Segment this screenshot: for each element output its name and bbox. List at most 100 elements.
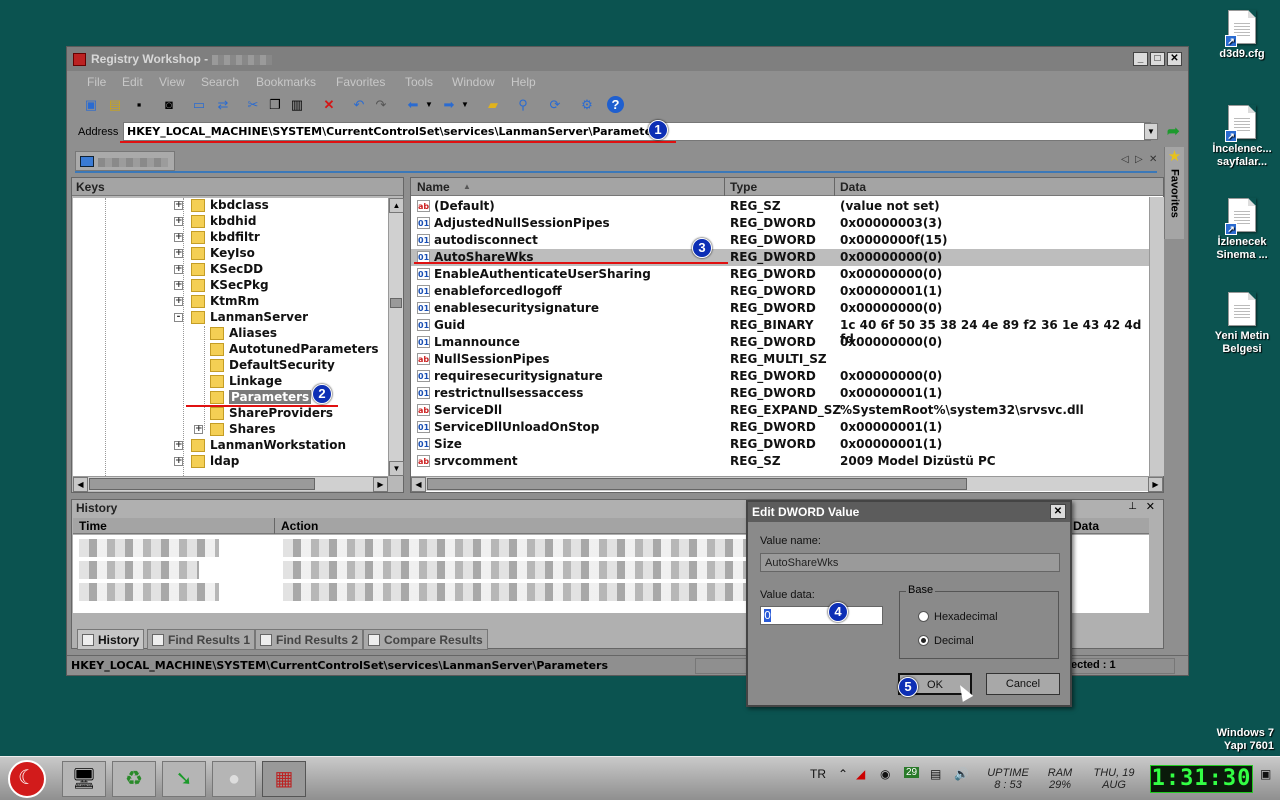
- expand-icon[interactable]: +: [174, 249, 183, 258]
- value-row[interactable]: 01 EnableAuthenticateUserSharing REG_DWORD…: [411, 266, 1149, 283]
- minimize-button[interactable]: _: [1133, 52, 1148, 66]
- go-arrow-icon[interactable]: ➦: [1167, 122, 1180, 140]
- taskbar-registry-icon[interactable]: ▦: [262, 761, 306, 797]
- desktop-icon-incelenecek[interactable]: ↗ İncelenec... sayfalar...: [1202, 105, 1280, 169]
- tree-item[interactable]: Parameters: [73, 390, 389, 406]
- scroll-right-icon[interactable]: ▶: [1148, 477, 1163, 492]
- tree-item[interactable]: DefaultSecurity: [73, 358, 389, 374]
- expand-icon[interactable]: +: [174, 217, 183, 226]
- keys-scroll-thumb[interactable]: [390, 298, 402, 308]
- tree-item[interactable]: AutotunedParameters: [73, 342, 389, 358]
- clock[interactable]: 1:31:30: [1150, 765, 1253, 793]
- tray-expand-icon[interactable]: ⌃: [838, 767, 848, 781]
- value-row[interactable]: 01 Lmannounce REG_DWORD 0x00000000(0): [411, 334, 1149, 351]
- expand-icon[interactable]: +: [174, 297, 183, 306]
- menu-search[interactable]: Search: [201, 75, 239, 89]
- column-data[interactable]: Data: [840, 180, 866, 194]
- scroll-left-icon[interactable]: ◀: [73, 477, 88, 492]
- tree-item[interactable]: - LanmanServer: [73, 310, 389, 326]
- title-bar[interactable]: Registry Workshop - _ □ ✕: [67, 47, 1188, 71]
- value-row[interactable]: 01 enableforcedlogoff REG_DWORD 0x00000001(…: [411, 283, 1149, 300]
- tree-item[interactable]: + ldap: [73, 454, 389, 470]
- value-row[interactable]: 01 ServiceDllUnloadOnStop REG_DWORD 0x00000…: [411, 419, 1149, 436]
- menu-file[interactable]: File: [87, 75, 106, 89]
- options-gear-icon[interactable]: ⚙: [577, 95, 597, 115]
- value-row[interactable]: 01 autodisconnect REG_DWORD 0x0000000f(15): [411, 232, 1149, 249]
- taskbar-computer-icon[interactable]: 🖥: [62, 761, 106, 797]
- tree-item[interactable]: + KSecDD: [73, 262, 389, 278]
- menu-bookmarks[interactable]: Bookmarks: [256, 75, 316, 89]
- tree-item[interactable]: + kbdhid: [73, 214, 389, 230]
- tray-badge[interactable]: 29: [904, 767, 920, 778]
- cancel-button[interactable]: Cancel: [986, 673, 1060, 695]
- start-button[interactable]: ☾: [8, 760, 46, 798]
- tree-item[interactable]: + Shares: [73, 422, 389, 438]
- taskbar-globe-icon[interactable]: ●: [212, 761, 256, 797]
- tree-item[interactable]: Linkage: [73, 374, 389, 390]
- tree-item[interactable]: + KSecPkg: [73, 278, 389, 294]
- scroll-down-icon[interactable]: ▼: [389, 461, 404, 476]
- expand-icon[interactable]: +: [174, 265, 183, 274]
- values-hscrollbar[interactable]: ◀ ▶: [411, 476, 1163, 492]
- dialog-title[interactable]: Edit DWORD Value: [748, 502, 1070, 522]
- import-icon[interactable]: ▣: [81, 95, 101, 115]
- tab-find-results-1[interactable]: Find Results 1: [147, 629, 256, 650]
- column-time[interactable]: Time: [79, 519, 107, 533]
- redo-icon[interactable]: ↷: [371, 95, 391, 115]
- print-icon[interactable]: ◙: [159, 95, 179, 115]
- menu-edit[interactable]: Edit: [122, 75, 143, 89]
- address-dropdown-icon[interactable]: ▼: [1144, 123, 1158, 140]
- column-action[interactable]: Action: [281, 519, 318, 533]
- value-row[interactable]: 01 AdjustedNullSessionPipes REG_DWORD 0x000…: [411, 215, 1149, 232]
- tab-next-icon[interactable]: ▷: [1135, 154, 1143, 165]
- value-row[interactable]: 01 Size REG_DWORD 0x00000001(1): [411, 436, 1149, 453]
- desktop-icon-yeni-metin[interactable]: Yeni Metin Belgesi: [1202, 292, 1280, 356]
- tab-prev-icon[interactable]: ◁: [1121, 154, 1129, 165]
- language-indicator[interactable]: TR: [810, 767, 826, 781]
- value-row[interactable]: 01 requiresecuritysignature REG_DWORD 0x000…: [411, 368, 1149, 385]
- collapse-icon[interactable]: -: [174, 313, 183, 322]
- hexadecimal-label[interactable]: Hexadecimal: [934, 611, 998, 623]
- close-button[interactable]: ✕: [1167, 52, 1182, 66]
- dialog-close-icon[interactable]: ✕: [1050, 504, 1066, 519]
- decimal-radio[interactable]: [918, 635, 929, 646]
- history-close-icon[interactable]: ✕: [1146, 500, 1155, 513]
- tray-target-icon[interactable]: ◉: [880, 767, 890, 781]
- scroll-right-icon[interactable]: ▶: [373, 477, 388, 492]
- value-row[interactable]: ab (Default) REG_SZ (value not set): [411, 198, 1149, 215]
- menu-window[interactable]: Window: [452, 75, 495, 89]
- undo-icon[interactable]: ↶: [349, 95, 369, 115]
- menu-help[interactable]: Help: [511, 75, 536, 89]
- find-icon[interactable]: ⚲: [513, 95, 533, 115]
- tray-printer-icon[interactable]: ▤: [930, 767, 941, 781]
- expand-icon[interactable]: +: [174, 441, 183, 450]
- value-row[interactable]: ab ServiceDll REG_EXPAND_SZ %SystemRoot%\sy…: [411, 402, 1149, 419]
- export-icon[interactable]: ▤: [105, 95, 125, 115]
- menu-view[interactable]: View: [159, 75, 185, 89]
- column-name[interactable]: Name: [417, 180, 450, 194]
- column-history-data[interactable]: Data: [1073, 519, 1099, 533]
- pin-icon[interactable]: ⊥: [1128, 501, 1137, 512]
- tab-find-results-2[interactable]: Find Results 2: [255, 629, 364, 650]
- taskbar-recycle-icon[interactable]: ♻: [112, 761, 156, 797]
- expand-icon[interactable]: +: [194, 425, 203, 434]
- tree-item[interactable]: + KtmRm: [73, 294, 389, 310]
- value-row[interactable]: ab NullSessionPipes REG_MULTI_SZ: [411, 351, 1149, 368]
- scroll-left-icon[interactable]: ◀: [411, 477, 426, 492]
- keys-hscrollbar[interactable]: ◀ ▶: [73, 476, 388, 492]
- value-row[interactable]: 01 restrictnullsessaccess REG_DWORD 0x00000…: [411, 385, 1149, 402]
- tab-compare-results[interactable]: Compare Results: [363, 629, 488, 650]
- refresh-icon[interactable]: ⟳: [545, 95, 565, 115]
- value-row[interactable]: 01 enablesecuritysignature REG_DWORD 0x0000…: [411, 300, 1149, 317]
- expand-icon[interactable]: +: [174, 201, 183, 210]
- disconnect-icon[interactable]: ⇄: [213, 95, 233, 115]
- new-key-icon[interactable]: ▰: [483, 95, 503, 115]
- values-hscroll-thumb[interactable]: [427, 478, 967, 490]
- desktop-icon-d3d9[interactable]: ↗ d3d9.cfg: [1202, 10, 1280, 61]
- help-icon[interactable]: ?: [607, 96, 624, 113]
- menu-tools[interactable]: Tools: [405, 75, 433, 89]
- date-widget[interactable]: THU, 19 AUG: [1086, 767, 1142, 791]
- tree-item[interactable]: + KeyIso: [73, 246, 389, 262]
- cut-icon[interactable]: ✂: [243, 95, 263, 115]
- tab-close-icon[interactable]: ✕: [1149, 154, 1157, 165]
